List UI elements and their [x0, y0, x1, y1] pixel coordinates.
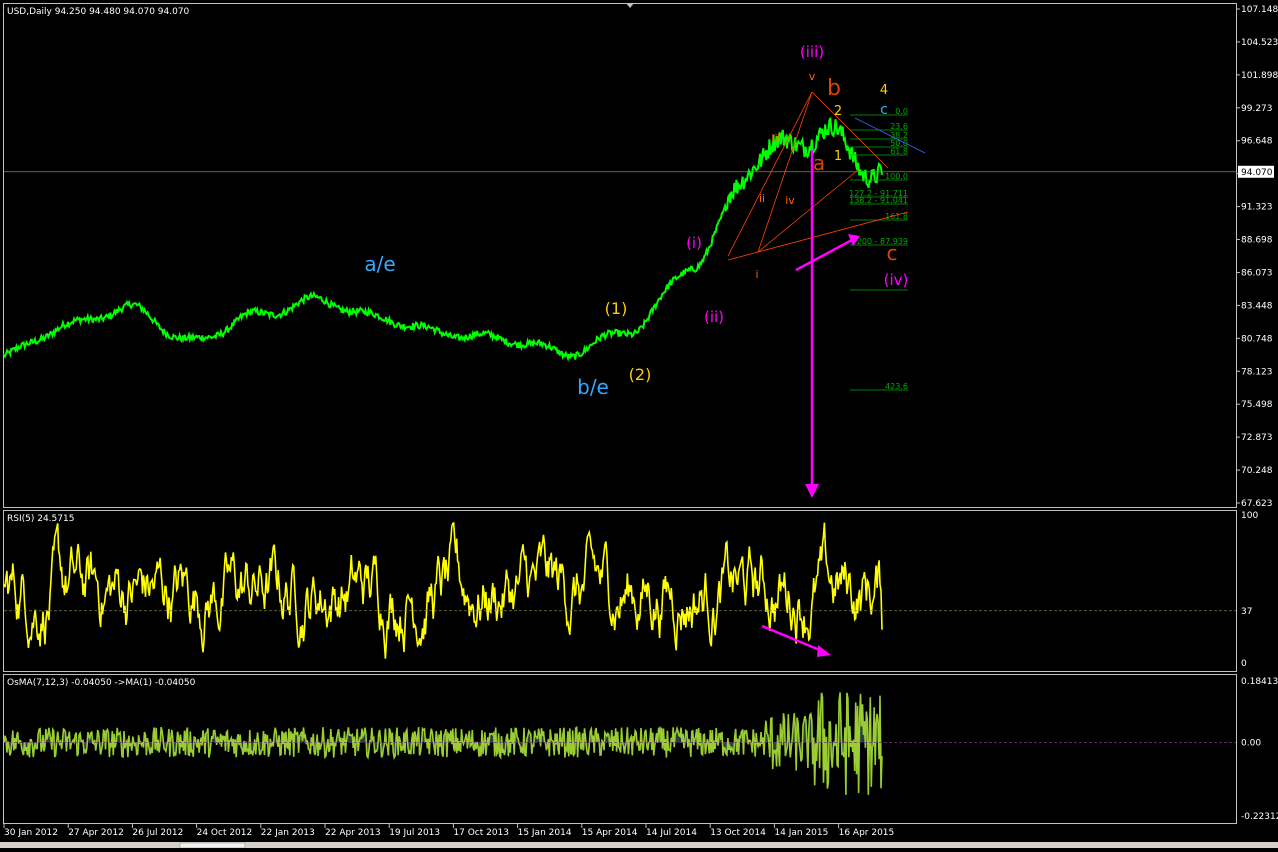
x-tick-label: 15 Apr 2014	[582, 828, 638, 838]
price-tick-label: 75.498	[1241, 400, 1273, 410]
wave-label: (iv)	[884, 271, 909, 289]
wave-label: (i)	[686, 234, 702, 252]
fib-level-label: 100.0	[885, 172, 908, 181]
rsi-header: RSI(5) 24.5715	[7, 514, 74, 524]
x-tick-label: 19 Jul 2013	[389, 828, 440, 838]
price-tick-label: 96.648	[1241, 137, 1273, 147]
fib-level-label: 23.6	[890, 122, 908, 131]
price-tick-label: 67.623	[1241, 499, 1273, 509]
scrollbar-thumb[interactable]	[179, 842, 246, 849]
x-tick-label: 13 Oct 2014	[710, 828, 766, 838]
x-tick-label: 15 Jan 2014	[518, 828, 572, 838]
wave-label: (1)	[605, 299, 628, 318]
price-tick-label: 91.323	[1241, 203, 1273, 213]
wave-label: ii	[759, 192, 765, 205]
price-tick-label: 83.448	[1241, 301, 1273, 311]
chart-background	[0, 0, 1278, 848]
wave-label: 2	[834, 104, 842, 119]
fib-level-label: 161.8	[885, 212, 908, 221]
rsi-tick-label: 100	[1241, 511, 1258, 521]
wave-label: 1	[834, 149, 842, 164]
wave-label: iv	[785, 194, 795, 207]
rsi-tick-label: 37	[1241, 607, 1252, 617]
x-tick-label: 16 Apr 2015	[839, 828, 895, 838]
fib-level-label: 61.8	[890, 147, 908, 156]
fib-level-label: 423.6	[885, 382, 908, 391]
osma-tick-label: 0.00	[1241, 738, 1261, 748]
wave-label: (iii)	[800, 43, 824, 61]
osma-tick-label: 0.18413	[1241, 677, 1278, 687]
price-tick-label: 80.748	[1241, 334, 1273, 344]
x-tick-label: 30 Jan 2012	[4, 828, 58, 838]
chart-canvas[interactable]: 0.023.638.250.061.8100.0127.2 - 91.71113…	[0, 0, 1278, 849]
price-tick-label: 104.523	[1241, 38, 1278, 48]
price-tick-label: 78.123	[1241, 367, 1273, 377]
price-tick-label: 101.898	[1241, 71, 1278, 81]
osma-tick-label: -0.22312	[1241, 812, 1278, 822]
price-tick-label: 99.273	[1241, 104, 1273, 114]
fib-level-label: 138.2 - 91.041	[849, 196, 908, 205]
main-header: USD,Daily 94.250 94.480 94.070 94.070	[7, 7, 190, 17]
wave-label: v	[809, 70, 816, 83]
wave-label: a/e	[364, 252, 395, 276]
x-tick-label: 17 Oct 2013	[453, 828, 509, 838]
wave-label: a	[813, 151, 825, 175]
price-tick-label: 107.148	[1241, 5, 1278, 15]
x-tick-label: 24 Oct 2012	[197, 828, 253, 838]
wave-label: c	[887, 241, 898, 265]
chart-window[interactable]: 0.0 23.6 38.2 50.0 61.8 100.0 127.2 - 91.711 13…	[0, 0, 1278, 849]
wave-label: 4	[880, 83, 888, 98]
x-tick-label: 22 Jan 2013	[261, 828, 315, 838]
price-tick-label: 72.873	[1241, 433, 1273, 443]
x-tick-label: 26 Jul 2012	[132, 828, 183, 838]
x-tick-label: 22 Apr 2013	[325, 828, 381, 838]
price-tick-label: 70.248	[1241, 466, 1273, 476]
wave-label: c	[880, 102, 888, 118]
current-price-label: 94.070	[1241, 168, 1273, 178]
wave-label: iii	[771, 132, 780, 145]
fib-level-label: 200 - 87.939	[857, 237, 908, 246]
osma-header: OsMA(7,12,3) -0.04050 ->MA(1) -0.04050	[7, 678, 196, 688]
wave-label: i	[755, 268, 758, 281]
wave-label: (ii)	[704, 308, 724, 326]
wave-label: b/e	[577, 375, 609, 399]
rsi-tick-label: 0	[1241, 659, 1247, 669]
x-tick-label: 14 Jan 2015	[774, 828, 828, 838]
wave-label: b	[827, 76, 841, 101]
price-tick-label: 86.073	[1241, 268, 1273, 278]
wave-label: (2)	[629, 365, 652, 384]
x-tick-label: 27 Apr 2012	[68, 828, 124, 838]
fib-level-label: 0.0	[895, 107, 908, 116]
x-tick-label: 14 Jul 2014	[646, 828, 697, 838]
price-tick-label: 88.698	[1241, 236, 1273, 246]
